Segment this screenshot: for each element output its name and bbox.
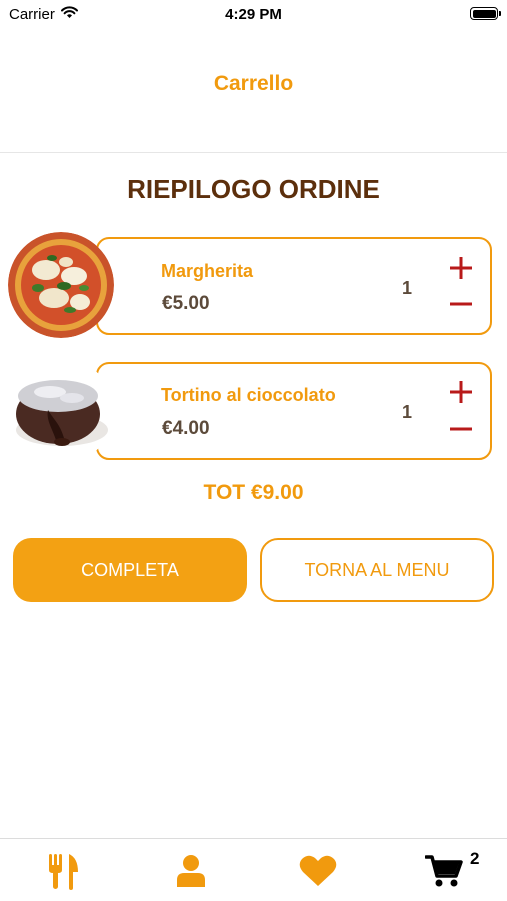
decrease-quantity-button[interactable] xyxy=(448,416,474,442)
increase-quantity-button[interactable] xyxy=(448,379,474,405)
complete-order-label: COMPLETA xyxy=(81,559,179,580)
back-to-menu-button[interactable]: TORNA AL MENU xyxy=(260,538,494,602)
minus-icon xyxy=(450,427,472,431)
item-quantity: 1 xyxy=(401,402,412,422)
cart-item-card xyxy=(96,362,492,460)
tab-menu[interactable] xyxy=(44,851,84,891)
tab-favorites[interactable] xyxy=(296,851,340,891)
order-summary-heading: RIEPILOGO ORDINE xyxy=(127,174,380,204)
nav-divider xyxy=(0,152,507,153)
fork-knife-icon xyxy=(49,854,78,890)
tab-bar xyxy=(0,838,507,901)
item-price: €5.00 xyxy=(162,293,210,314)
cart-count-badge: 2 xyxy=(470,849,480,868)
item-price: €4.00 xyxy=(162,418,210,439)
battery-icon xyxy=(470,7,501,20)
tab-cart[interactable] xyxy=(424,851,464,891)
complete-order-button[interactable]: COMPLETA xyxy=(13,538,247,602)
heart-icon xyxy=(299,855,337,886)
tab-profile[interactable] xyxy=(171,851,211,891)
clock: 4:29 PM xyxy=(225,6,282,23)
minus-icon xyxy=(450,302,472,306)
chocolate-lava-cake-image xyxy=(8,358,114,464)
page-title: Carrello xyxy=(213,72,294,95)
status-bar: Carrier 4:29 PM xyxy=(0,0,507,28)
decrease-quantity-button[interactable] xyxy=(448,291,474,317)
pizza-margherita-image xyxy=(8,232,114,338)
plus-icon xyxy=(450,381,472,403)
increase-quantity-button[interactable] xyxy=(448,255,474,281)
cart-item-card xyxy=(96,237,492,335)
item-name: Margherita xyxy=(161,261,254,281)
back-to-menu-label: TORNA AL MENU xyxy=(304,559,450,580)
item-quantity: 1 xyxy=(401,278,412,298)
plus-icon xyxy=(450,257,472,279)
item-name: Tortino al cioccolato xyxy=(161,385,336,405)
order-total: TOT €9.00 xyxy=(203,481,304,504)
user-icon xyxy=(177,855,205,887)
cart-icon xyxy=(425,855,463,887)
